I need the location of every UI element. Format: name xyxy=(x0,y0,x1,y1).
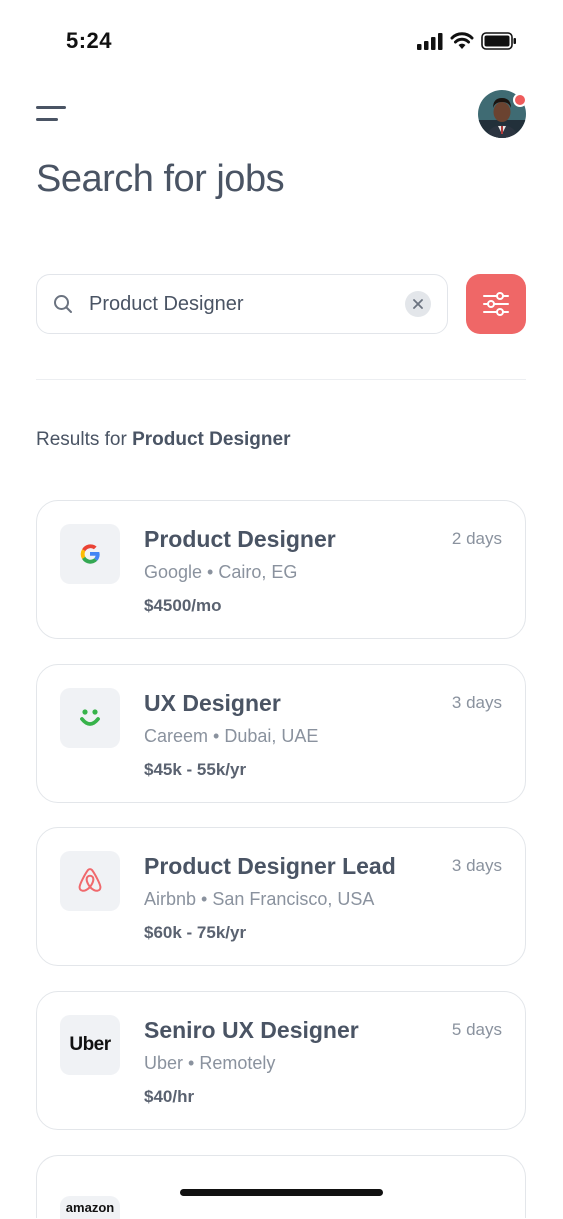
job-age: 2 days xyxy=(451,529,502,548)
job-title: Product Designer Lead xyxy=(144,853,396,879)
job-card[interactable]: amazon xyxy=(36,1155,526,1219)
company-logo: Uber xyxy=(60,1015,120,1075)
close-icon xyxy=(413,299,423,309)
status-bar: 5:24 xyxy=(0,0,563,84)
job-title: Seniro UX Designer xyxy=(144,1017,359,1043)
job-age: 5 days xyxy=(451,1020,502,1039)
company-logo xyxy=(60,524,120,584)
job-meta: Google • Cairo, EG xyxy=(144,562,298,582)
signal-icon xyxy=(417,32,443,50)
job-card[interactable]: Uber Seniro UX Designer Uber • Remotely … xyxy=(36,991,526,1130)
divider xyxy=(36,379,526,380)
results-label: Results for Product Designer xyxy=(36,429,290,451)
job-age: 3 days xyxy=(451,693,502,712)
careem-logo xyxy=(80,709,100,726)
status-time: 5:24 xyxy=(66,28,113,53)
job-meta: Uber • Remotely xyxy=(144,1053,276,1073)
home-indicator xyxy=(180,1189,383,1196)
job-salary: $4500/mo xyxy=(144,596,222,615)
company-logo xyxy=(60,851,120,911)
notification-dot xyxy=(513,93,527,107)
search-icon xyxy=(54,295,72,313)
search-box[interactable] xyxy=(36,274,448,334)
job-salary: $60k - 75k/yr xyxy=(144,923,247,942)
job-salary: $40/hr xyxy=(144,1087,195,1106)
job-title: Product Designer xyxy=(144,526,336,552)
job-age: 3 days xyxy=(451,856,502,875)
uber-logo: Uber xyxy=(69,1034,111,1055)
amazon-logo: amazon xyxy=(65,1200,115,1215)
status-icons xyxy=(417,32,517,50)
job-card[interactable]: Product Designer Lead Airbnb • San Franc… xyxy=(36,827,526,966)
avatar[interactable] xyxy=(478,90,527,138)
sliders-icon xyxy=(483,292,509,316)
job-title: UX Designer xyxy=(144,690,281,716)
page-title: Search for jobs xyxy=(36,158,285,200)
battery-icon xyxy=(481,32,516,50)
company-logo xyxy=(60,688,120,748)
airbnb-logo xyxy=(78,868,102,892)
company-logo: amazon xyxy=(60,1196,120,1219)
search-input[interactable] xyxy=(87,291,391,317)
results-prefix: Results for xyxy=(36,429,127,450)
job-card[interactable]: UX Designer Careem • Dubai, UAE $45k - 5… xyxy=(36,664,526,803)
clear-search-button[interactable] xyxy=(405,291,431,317)
filter-button[interactable] xyxy=(466,274,526,334)
job-card[interactable]: Product Designer Google • Cairo, EG $450… xyxy=(36,500,526,639)
job-meta: Airbnb • San Francisco, USA xyxy=(144,889,375,909)
results-query: Product Designer xyxy=(132,429,291,450)
job-salary: $45k - 55k/yr xyxy=(144,760,247,779)
job-meta: Careem • Dubai, UAE xyxy=(144,726,319,746)
wifi-icon xyxy=(450,32,474,49)
hamburger-menu-icon[interactable] xyxy=(36,104,68,124)
google-logo xyxy=(80,544,100,564)
